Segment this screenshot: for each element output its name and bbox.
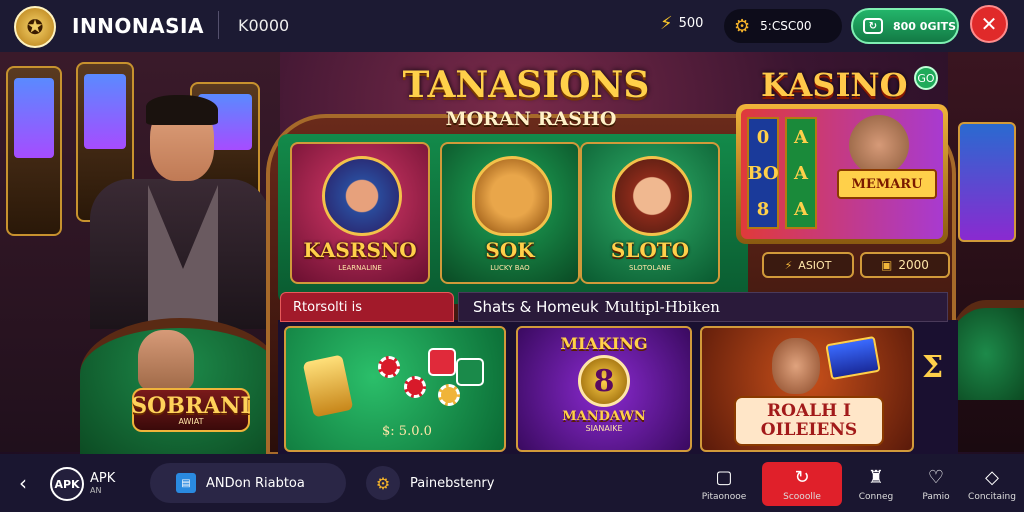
- sobrani-title: SOBRANI: [131, 392, 251, 419]
- nav-connect[interactable]: ♜ Conneg: [846, 460, 906, 508]
- game-name: KASRSNO: [303, 238, 417, 262]
- host-portrait: [849, 115, 909, 175]
- background-slot-machine: [6, 66, 62, 236]
- brand-name: INNONASIA: [72, 14, 204, 38]
- tile-subheading: MANDAWN: [562, 409, 646, 424]
- tile-heading: MIAKING: [560, 334, 648, 353]
- section-header[interactable]: Shats & Homeuk Multipl-Hbiken: [458, 292, 948, 322]
- nav-label: Concitaing: [968, 491, 1016, 502]
- slot-reel: AAA: [785, 117, 817, 229]
- nav-label: Conneg: [858, 491, 894, 502]
- woman-portrait-icon: [612, 156, 692, 236]
- gear-coin-icon: ⚙: [366, 466, 400, 500]
- tile-banner: ROALH I OILEIENS: [734, 396, 884, 446]
- tab-section[interactable]: Rtorsolti is: [280, 292, 454, 322]
- featured-slot-machine[interactable]: 0 BO 8 AAA MEMARU: [736, 104, 948, 244]
- credit-card-icon: [825, 335, 881, 381]
- close-icon[interactable]: ✕: [970, 5, 1008, 43]
- featured-button-label: ASIOT: [798, 258, 832, 272]
- game-tag: LEARNALINE: [338, 264, 382, 272]
- game-tile[interactable]: KASRSNO LEARNALINE: [290, 142, 430, 284]
- featured-title: KASINO: [761, 66, 908, 104]
- apk-label: APK: [90, 471, 116, 487]
- tile-tag: SIANAIKE: [585, 424, 623, 433]
- nav-label: Pamio: [922, 491, 950, 502]
- nav-schedule[interactable]: ↻ Scooolle: [762, 462, 842, 506]
- star-count: 500: [678, 16, 704, 31]
- partner-button[interactable]: ⚙ Painebstenry: [366, 463, 536, 503]
- apk-download-button[interactable]: APK APK AN: [50, 466, 138, 502]
- featured-label: MEMARU: [837, 169, 937, 199]
- featured-action-button[interactable]: ⚡ ASIOT: [762, 252, 854, 278]
- main-panel: TANASIONS MORAN RASHO KASRSNO LEARNALINE…: [266, 64, 958, 456]
- eight-ball-icon: 8: [578, 355, 630, 407]
- coin-counter[interactable]: ⚙ 5:CSC00: [724, 9, 842, 43]
- coin-count: 5:CSC00: [760, 19, 812, 33]
- balance-value: K0000: [238, 16, 290, 35]
- featured-bet-button[interactable]: ▣ 2000: [860, 252, 950, 278]
- player-portrait: [772, 338, 820, 394]
- heart-icon: ♡: [927, 466, 945, 488]
- gold-bar-icon: [302, 354, 354, 418]
- next-arrow-icon[interactable]: Σ: [922, 350, 943, 385]
- player-avatar: [138, 330, 194, 390]
- section-prefix: Shats & Homeuk: [473, 298, 599, 316]
- pirate-lady-icon: [322, 156, 402, 236]
- lion-icon: [472, 156, 552, 236]
- star-counter[interactable]: ⚡ 500: [660, 13, 703, 34]
- partner-label: Painebstenry: [410, 475, 495, 491]
- nav-promotions[interactable]: ▢ Pitaonooe: [694, 460, 754, 508]
- slot-reel: 0 BO 8: [747, 117, 779, 229]
- ticket-icon: ▣: [881, 258, 893, 272]
- crest-logo-icon[interactable]: ✪: [14, 6, 56, 48]
- dealer-character: [70, 95, 280, 330]
- casino-table-right: [948, 300, 1024, 400]
- nav-label: Pitaonooe: [701, 491, 747, 502]
- refresh-icon: ↻: [794, 466, 810, 488]
- bottom-bar: ‹ APK APK AN ▤ ANDon Riabtoa ⚙ Painebste…: [0, 454, 1024, 512]
- lightning-icon: ⚡: [784, 258, 793, 272]
- gear-coin-icon: ⚙: [734, 15, 751, 37]
- deposit-button[interactable]: ↻ 800 0GITS: [851, 8, 959, 44]
- deposit-label: 800 0GITS: [893, 19, 956, 33]
- game-name: SLOTO: [610, 238, 690, 262]
- sobrani-game-badge[interactable]: SOBRANI AWIAT: [131, 388, 251, 432]
- header-divider: [218, 11, 219, 39]
- chips-and-dice-icon: [378, 348, 488, 418]
- nav-promo[interactable]: ♡ Pamio: [906, 460, 966, 508]
- nav-label: Scooolle: [783, 491, 821, 502]
- featured-bet-label: 2000: [898, 258, 929, 272]
- wallet-icon: ↻: [863, 18, 883, 34]
- lower-tile-chips[interactable]: $: 5.0.0: [284, 326, 506, 452]
- game-tile[interactable]: SOK LUCKY BAO: [440, 142, 580, 284]
- game-tag: SLOTOLANE: [629, 264, 671, 272]
- section-suffix: Multipl-Hbiken: [604, 298, 720, 316]
- nav-contact[interactable]: ◇ Concitaing: [962, 460, 1022, 508]
- android-download-button[interactable]: ▤ ANDon Riabtoa: [150, 463, 346, 503]
- lower-tile-player[interactable]: ROALH I OILEIENS: [700, 326, 914, 452]
- diamond-icon: ◇: [985, 466, 999, 488]
- square-icon: ▢: [715, 466, 733, 488]
- android-label: ANDon Riabtoa: [206, 475, 305, 491]
- game-name: SOK: [485, 238, 535, 262]
- page-subtitle: MORAN RASHO: [445, 108, 617, 130]
- chips-price: $: 5.0.0: [382, 424, 432, 439]
- chevron-left-icon[interactable]: ‹: [8, 468, 38, 498]
- featured-badge[interactable]: GO: [914, 66, 938, 90]
- game-tile[interactable]: SLOTO SLOTOLANE: [580, 142, 720, 284]
- apk-icon: APK: [50, 467, 84, 501]
- page-title: TANASIONS: [402, 64, 650, 106]
- trophy-icon: ♜: [867, 466, 885, 488]
- sobrani-tag: AWIAT: [178, 416, 204, 426]
- lightning-star-icon: ⚡: [660, 13, 673, 34]
- game-tag: LUCKY BAO: [490, 264, 530, 272]
- apk-sublabel: AN: [90, 485, 102, 495]
- top-bar: ✪ INNONASIA K0000 ⚡ 500 ⚙ 5:CSC00 ↻ 800 …: [0, 0, 1024, 52]
- casino-app: SOBRANI AWIAT ✪ INNONASIA K0000 ⚡ 500 ⚙ …: [0, 0, 1024, 512]
- lower-tile-eight[interactable]: MIAKING 8 MANDAWN SIANAIKE: [516, 326, 692, 452]
- android-app-icon: ▤: [176, 473, 196, 493]
